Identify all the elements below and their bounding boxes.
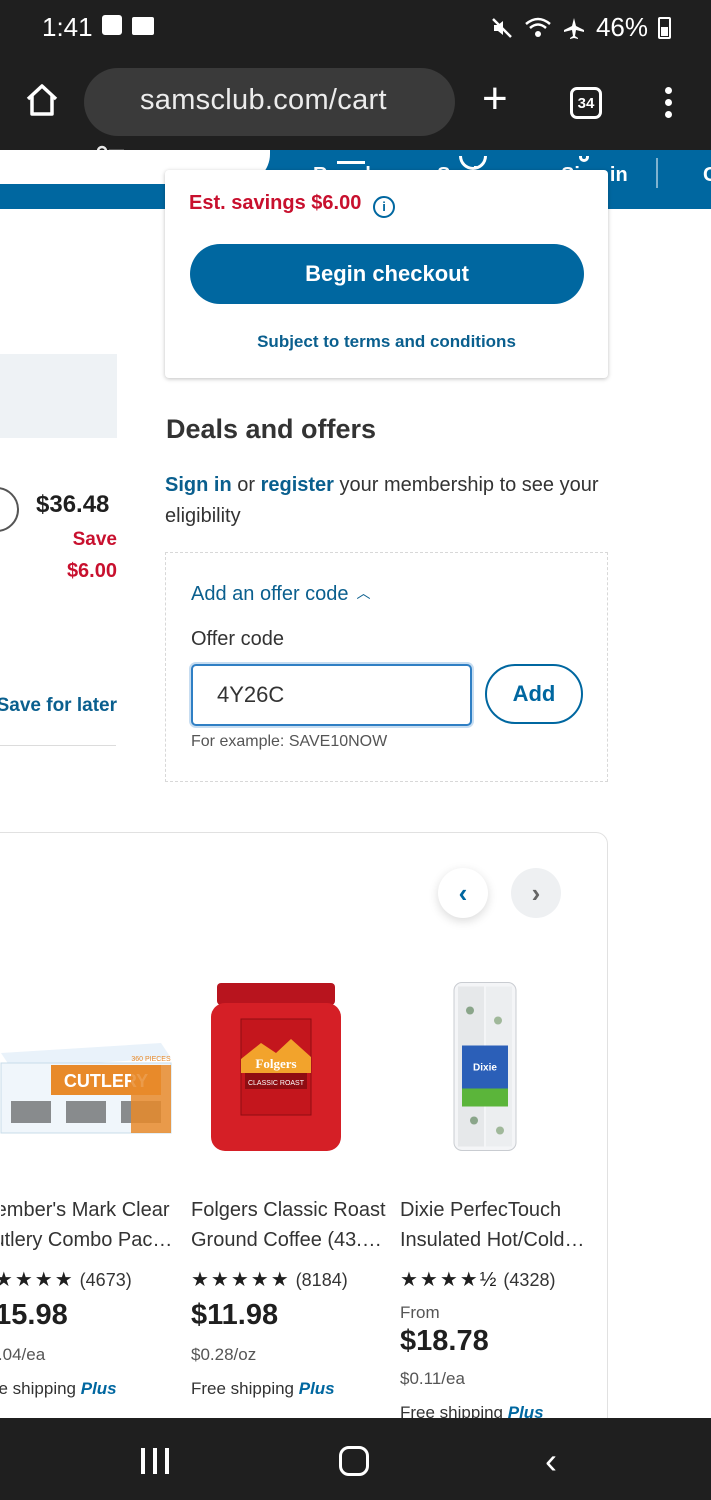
- mute-icon: [492, 17, 512, 38]
- battery-icon: [658, 16, 671, 39]
- product-unit-price: $0.04/ea: [0, 1345, 46, 1364]
- cart-item-save-amount: $6.00: [66, 560, 117, 582]
- offer-code-example: For example: SAVE10NOW: [191, 733, 388, 750]
- home-icon[interactable]: [22, 80, 62, 120]
- carousel-next-button[interactable]: ›: [511, 868, 561, 918]
- nav-cut-item[interactable]: C: [703, 164, 711, 187]
- product-name[interactable]: Folgers Classic Roast Ground Coffee (43.…: [191, 1195, 391, 1255]
- product-shipping: Free shipping Plus: [191, 1379, 335, 1398]
- product-shipping: Free shipping Plus: [0, 1379, 117, 1398]
- info-icon[interactable]: i: [373, 196, 395, 218]
- divider: [0, 745, 116, 746]
- product-price: $15.98: [0, 1299, 68, 1331]
- recommendations-carousel: ‹ › CUTLERY 360 PIECES Member's Mark Cle…: [0, 832, 608, 1472]
- account-icon: [579, 156, 589, 162]
- product-name[interactable]: Member's Mark Clear Cutlery Combo Pac…: [1, 1195, 201, 1255]
- svg-text:360 PIECES: 360 PIECES: [131, 1056, 171, 1063]
- begin-checkout-button[interactable]: Begin checkout: [190, 244, 584, 304]
- url-text[interactable]: samsclub.com/cart: [140, 84, 387, 117]
- cart-item-price: $36.48: [36, 491, 110, 518]
- browser-toolbar: samsclub.com/cart + 34: [0, 55, 711, 169]
- new-tab-icon[interactable]: +: [482, 77, 508, 121]
- nav-divider: [656, 158, 658, 188]
- airplane-icon: [563, 17, 584, 39]
- cart-item-save-label: Save: [72, 529, 117, 550]
- dixie-product-image: Dixie: [453, 982, 517, 1151]
- reorder-icon: [337, 158, 365, 164]
- svg-text:Dixie: Dixie: [473, 1063, 497, 1074]
- deals-description: Sign in or register your membership to s…: [165, 474, 599, 527]
- wifi-icon: [525, 17, 551, 37]
- product-unit-price: $0.11/ea: [400, 1369, 465, 1388]
- battery-percent: 46%: [595, 12, 648, 42]
- product-name[interactable]: Dixie PerfecTouch Insulated Hot/Cold…: [400, 1195, 600, 1255]
- product-price: $11.98: [191, 1299, 279, 1331]
- quantity-radio[interactable]: [0, 487, 19, 532]
- cutlery-product-image: CUTLERY 360 PIECES: [0, 1043, 172, 1134]
- offer-code-toggle[interactable]: Add an offer code ︿: [191, 583, 371, 606]
- product-unit-price: $0.28/oz: [191, 1345, 257, 1364]
- estimated-savings: Est. savings $6.00: [189, 192, 362, 214]
- product-rating: ★★★★★ (4673): [0, 1267, 132, 1292]
- tab-switcher-button[interactable]: 34: [570, 87, 602, 119]
- cart-item-image-placeholder: [0, 354, 117, 438]
- svg-text:CLASSIC ROAST: CLASSIC ROAST: [248, 1080, 305, 1087]
- carousel-prev-button[interactable]: ‹: [438, 868, 488, 918]
- offer-code-panel: Add an offer code︿ Offer code Add For ex…: [165, 552, 608, 782]
- svg-text:Folgers: Folgers: [255, 1056, 296, 1071]
- product-from-label: From: [400, 1303, 440, 1322]
- sign-in-link[interactable]: Sign in: [165, 474, 232, 496]
- home-button-icon[interactable]: [339, 1446, 369, 1476]
- gallery-icon: [102, 15, 122, 35]
- add-offer-button[interactable]: Add: [485, 664, 583, 724]
- back-icon[interactable]: ‹: [545, 1440, 557, 1482]
- offer-code-input[interactable]: [191, 664, 472, 726]
- status-time: 1:41: [42, 12, 93, 42]
- chevron-up-icon: ︿: [356, 585, 371, 601]
- deals-title: Deals and offers: [166, 414, 377, 444]
- terms-link[interactable]: Subject to terms and conditions: [165, 332, 608, 352]
- product-price: $18.78: [400, 1325, 489, 1357]
- folder-icon: [132, 17, 154, 35]
- status-bar: 1:41 46%: [0, 0, 711, 55]
- star-rating-icon: ★★★★★: [191, 1269, 291, 1291]
- product-rating: ★★★★½ (4328): [400, 1269, 556, 1291]
- product-rating: ★★★★★ (8184): [191, 1269, 348, 1291]
- save-for-later-link[interactable]: Save for later: [0, 695, 117, 717]
- recent-apps-icon[interactable]: [141, 1448, 169, 1474]
- checkout-summary-card: Est. savings $6.00 i Begin checkout Subj…: [165, 170, 608, 378]
- folgers-product-image: Folgers CLASSIC ROAST: [211, 983, 341, 1151]
- system-nav-bar: ‹: [0, 1418, 711, 1500]
- more-menu-icon[interactable]: [664, 87, 674, 121]
- star-rating-icon: ★★★★½: [400, 1269, 499, 1291]
- register-link[interactable]: register: [261, 474, 334, 496]
- star-rating-icon: ★★★★★: [0, 1269, 75, 1291]
- offer-code-label: Offer code: [191, 628, 285, 650]
